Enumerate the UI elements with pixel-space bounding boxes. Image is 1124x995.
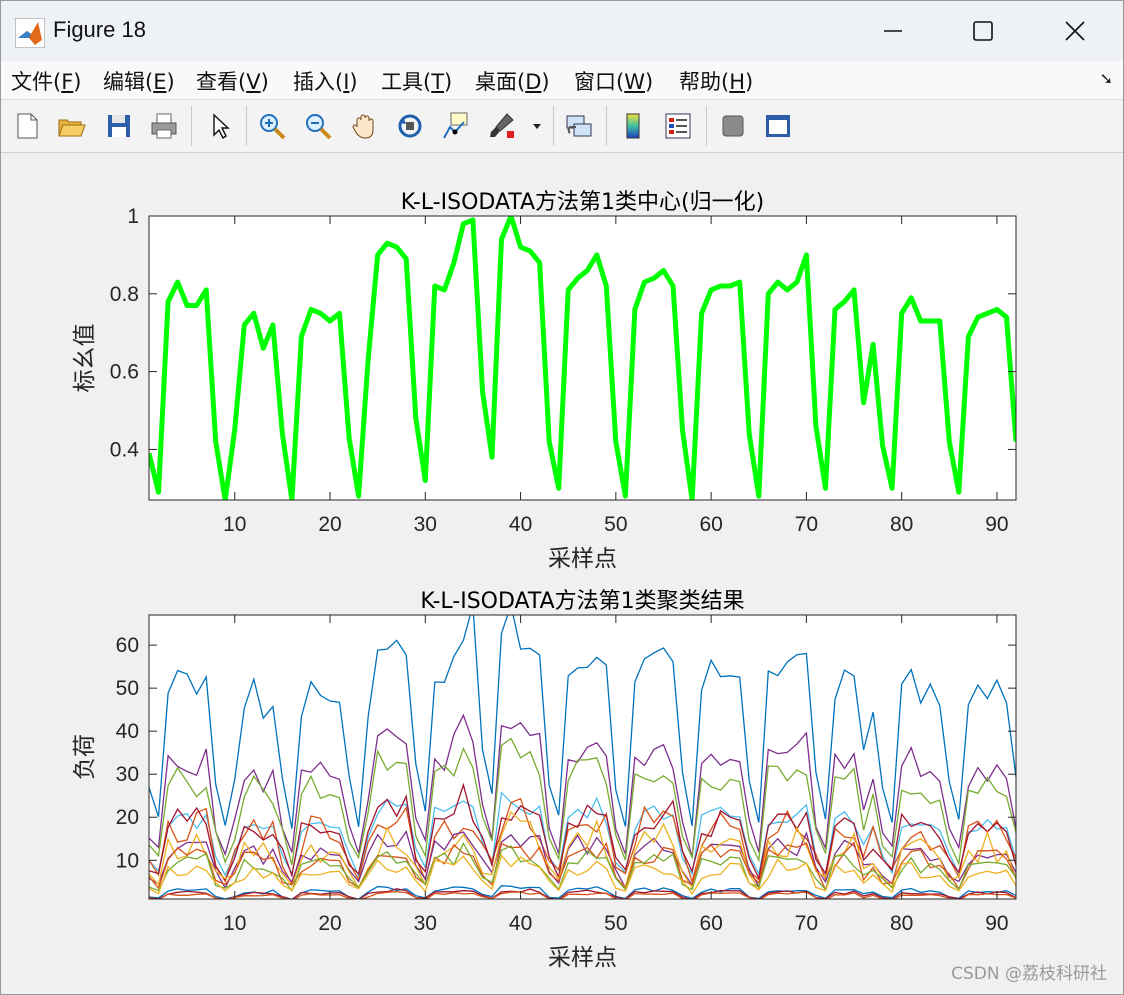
y-tick-label: 1 bbox=[127, 205, 139, 228]
matlab-logo-icon bbox=[15, 18, 45, 48]
new-figure-icon bbox=[17, 113, 38, 139]
y-axis-label-2: 负荷 bbox=[72, 734, 98, 780]
colorbar-button[interactable] bbox=[615, 108, 651, 144]
menu-file[interactable]: 文件(F) bbox=[11, 66, 82, 96]
menu-help[interactable]: 帮助(H) bbox=[679, 66, 753, 96]
link-plot-icon bbox=[566, 115, 592, 137]
open-file-button[interactable] bbox=[53, 108, 89, 144]
brush-button[interactable] bbox=[484, 108, 520, 144]
x-tick-label: 50 bbox=[604, 513, 627, 536]
x-tick-label: 20 bbox=[318, 912, 341, 935]
x-tick-label: 80 bbox=[890, 912, 913, 935]
menu-desktop[interactable]: 桌面(D) bbox=[475, 66, 550, 96]
x-tick-label: 30 bbox=[414, 513, 437, 536]
menu-insert[interactable]: 插入(I) bbox=[293, 66, 358, 96]
chart-title-2: K-L-ISODATA方法第1类聚类结果 bbox=[420, 589, 744, 614]
x-tick-label: 50 bbox=[604, 912, 627, 935]
pointer-button[interactable] bbox=[201, 108, 237, 144]
chevron-down-icon bbox=[533, 124, 541, 129]
data-cursor-icon bbox=[443, 112, 468, 139]
print-button[interactable] bbox=[146, 108, 182, 144]
y-axis-label-1: 标幺值 bbox=[72, 324, 98, 393]
chart-title-1: K-L-ISODATA方法第1类中心(归一化) bbox=[401, 190, 764, 215]
pan-button[interactable] bbox=[346, 108, 382, 144]
x-tick-label: 60 bbox=[699, 912, 722, 935]
legend-button[interactable] bbox=[660, 108, 696, 144]
minimize-button[interactable] bbox=[863, 9, 923, 53]
figure-window: Figure 18 文件(F) 编辑(E) 查看(V) 插入(I) 工具(T) … bbox=[0, 0, 1124, 995]
hide-plot-tools-button[interactable] bbox=[715, 108, 751, 144]
pointer-icon bbox=[213, 113, 230, 140]
x-tick-label: 20 bbox=[318, 513, 341, 536]
data-cursor-button[interactable] bbox=[438, 108, 474, 144]
title-bar[interactable]: Figure 18 bbox=[1, 1, 1123, 61]
y-tick-label: 0.6 bbox=[110, 361, 139, 384]
y-tick-label: 60 bbox=[116, 634, 139, 657]
menu-bar: 文件(F) 编辑(E) 查看(V) 插入(I) 工具(T) 桌面(D) 窗口(W… bbox=[1, 61, 1123, 100]
y-tick-label: 10 bbox=[116, 849, 139, 872]
open-file-icon bbox=[58, 119, 86, 137]
y-tick-label: 0.4 bbox=[110, 438, 140, 461]
x-tick-label: 70 bbox=[795, 513, 818, 536]
figure-canvas: 10 20 30 40 50 60 70 80 90 0.4 0.6 0.8 1 K-L-ISODATA方… bbox=[72, 190, 1017, 971]
zoom-out-icon bbox=[306, 114, 332, 140]
window-title: Figure 18 bbox=[53, 17, 146, 42]
rotate-3d-icon bbox=[398, 114, 422, 138]
close-icon bbox=[1065, 21, 1085, 41]
link-plot-button[interactable] bbox=[561, 108, 597, 144]
zoom-in-button[interactable] bbox=[254, 108, 290, 144]
colorbar-icon bbox=[626, 113, 640, 139]
y-tick-label: 40 bbox=[116, 720, 139, 743]
menu-window[interactable]: 窗口(W) bbox=[574, 66, 653, 96]
x-tick-label: 80 bbox=[890, 513, 913, 536]
maximize-button[interactable] bbox=[953, 9, 1013, 53]
watermark: CSDN @荔枝科研社 bbox=[951, 964, 1107, 984]
x-tick-label: 60 bbox=[699, 513, 722, 536]
toolbar bbox=[1, 100, 1123, 153]
pan-icon bbox=[352, 114, 374, 139]
brush-dropdown-button[interactable] bbox=[527, 108, 547, 144]
dock-arrow-icon[interactable]: ➘ bbox=[1100, 69, 1113, 88]
maximize-icon bbox=[973, 21, 993, 41]
menu-view[interactable]: 查看(V) bbox=[196, 66, 269, 96]
y-tick-label: 20 bbox=[116, 806, 139, 829]
x-axis-label-1: 采样点 bbox=[548, 546, 617, 572]
zoom-out-button[interactable] bbox=[300, 108, 336, 144]
x-tick-label: 40 bbox=[509, 513, 532, 536]
minimize-icon bbox=[884, 30, 902, 32]
save-icon bbox=[108, 115, 130, 137]
x-tick-label: 40 bbox=[509, 912, 532, 935]
x-tick-label: 10 bbox=[223, 912, 246, 935]
x-tick-label: 70 bbox=[795, 912, 818, 935]
x-tick-label: 30 bbox=[414, 912, 437, 935]
close-button[interactable] bbox=[1045, 9, 1105, 53]
zoom-in-icon bbox=[260, 114, 286, 140]
show-plot-tools-button[interactable] bbox=[760, 108, 796, 144]
hide-plot-tools-icon bbox=[722, 115, 744, 137]
menu-tools[interactable]: 工具(T) bbox=[381, 66, 452, 96]
show-plot-tools-icon bbox=[766, 115, 790, 137]
y-tick-label: 0.8 bbox=[110, 283, 139, 306]
y-tick-label: 50 bbox=[116, 677, 139, 700]
print-icon bbox=[151, 113, 177, 139]
x-axis-label-2: 采样点 bbox=[548, 945, 617, 971]
legend-icon bbox=[665, 113, 691, 139]
rotate-3d-button[interactable] bbox=[392, 108, 428, 144]
save-button[interactable] bbox=[101, 108, 137, 144]
x-tick-label: 90 bbox=[985, 513, 1008, 536]
brush-icon bbox=[490, 113, 514, 138]
x-tick-label: 10 bbox=[223, 513, 246, 536]
y-tick-label: 30 bbox=[116, 763, 139, 786]
new-figure-button[interactable] bbox=[9, 108, 45, 144]
x-tick-label: 90 bbox=[985, 912, 1008, 935]
menu-edit[interactable]: 编辑(E) bbox=[103, 66, 175, 96]
